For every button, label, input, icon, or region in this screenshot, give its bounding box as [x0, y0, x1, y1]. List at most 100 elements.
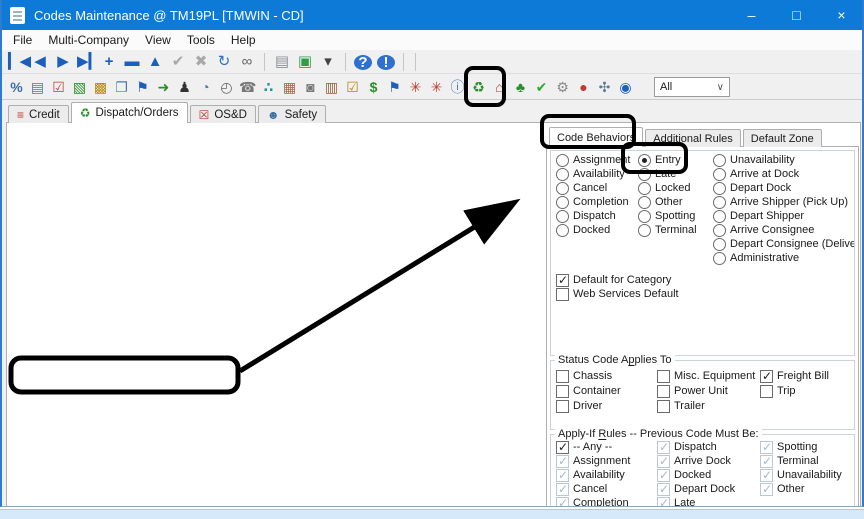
fax-icon[interactable]: ▥ [323, 78, 340, 96]
rates-percent-icon[interactable]: % [8, 78, 25, 96]
radio-cancel[interactable]: Cancel [556, 181, 638, 195]
filter-dropdown[interactable]: All ∨ [654, 77, 730, 97]
checkbox-arrive-dock[interactable]: Arrive Dock [657, 454, 757, 468]
radio-arrive-consignee[interactable]: Arrive Consignee [713, 223, 854, 237]
close-button[interactable]: × [819, 0, 864, 30]
last-record-icon[interactable]: ▶▎ [77, 53, 95, 71]
package-check-icon[interactable]: ☑ [344, 78, 361, 96]
compass-icon[interactable]: ◔ [197, 78, 214, 96]
report-icon[interactable]: ▤ [29, 78, 46, 96]
previous-record-icon[interactable]: ◀ [31, 53, 49, 71]
tab-code-behaviors[interactable]: Code Behaviors [549, 127, 643, 147]
menu-view[interactable]: View [137, 31, 179, 49]
first-record-icon[interactable]: ▎◀ [8, 53, 26, 71]
checkbox-driver[interactable]: Driver [556, 399, 651, 413]
tab-additional-rules[interactable]: Additional Rules [645, 129, 741, 147]
checklist-icon[interactable]: ☑ [50, 78, 67, 96]
flag-2-icon[interactable]: ⚑ [386, 78, 403, 96]
checkbox-freight-bill[interactable]: Freight Bill [760, 369, 852, 383]
radio-arrive-at-dock[interactable]: Arrive at Dock [713, 167, 854, 181]
menu-file[interactable]: File [5, 31, 40, 49]
radio-arrive-shipper-pick-up[interactable]: Arrive Shipper (Pick Up) [713, 195, 854, 209]
radio-administrative[interactable]: Administrative [713, 251, 854, 265]
tab-dispatch-orders[interactable]: ♻Dispatch/Orders [71, 102, 188, 123]
move-up-icon[interactable]: ▲ [146, 53, 164, 71]
checkbox-power-unit[interactable]: Power Unit [657, 384, 762, 398]
globe-icon[interactable]: ◉ [617, 78, 634, 96]
radio-assignment[interactable]: Assignment [556, 153, 638, 167]
checkbox-chassis[interactable]: Chassis [556, 369, 651, 383]
about-icon[interactable]: ! [377, 55, 395, 70]
menu-help[interactable]: Help [223, 31, 264, 49]
checkbox-completion[interactable]: Completion [556, 496, 651, 507]
add-record-icon[interactable]: + [100, 53, 118, 71]
radio-late[interactable]: Late [638, 167, 713, 181]
checkbox-default-for-category[interactable]: Default for Category [556, 273, 756, 287]
checkbox-assignment[interactable]: Assignment [556, 454, 651, 468]
checkbox-cancel[interactable]: Cancel [556, 482, 651, 496]
checkbox-dispatch[interactable]: Dispatch [657, 440, 757, 454]
checkbox-web-services-default[interactable]: Web Services Default [556, 287, 756, 301]
radio-depart-dock[interactable]: Depart Dock [713, 181, 854, 195]
screen-dropdown-icon[interactable]: ▾ [319, 53, 337, 71]
checkbox-late[interactable]: Late [657, 496, 757, 507]
camera-icon[interactable]: ◙ [302, 78, 319, 96]
driver-icon[interactable]: ♟ [176, 78, 193, 96]
radio-dispatch[interactable]: Dispatch [556, 209, 638, 223]
copy-icon[interactable]: ❐ [113, 78, 130, 96]
screen-icon[interactable]: ▣ [296, 53, 314, 71]
maximize-button[interactable]: □ [774, 0, 819, 30]
checkbox-misc-equipment[interactable]: Misc. Equipment [657, 369, 762, 383]
import-icon[interactable]: ➜ [155, 78, 172, 96]
fan-icon[interactable]: ✣ [596, 78, 613, 96]
hierarchy-icon[interactable]: ∴ [260, 78, 277, 96]
approve-icon[interactable]: ✔ [533, 78, 550, 96]
checkbox-other[interactable]: Other [760, 482, 852, 496]
refresh-icon[interactable]: ↻ [215, 53, 233, 71]
settings-icon[interactable]: ⚙ [554, 78, 571, 96]
help-icon[interactable]: ? [354, 55, 372, 70]
codes-maintenance-icon[interactable]: ♻ [470, 78, 487, 96]
network-2-icon[interactable]: ✳ [428, 78, 445, 96]
radio-completion[interactable]: Completion [556, 195, 638, 209]
chart-icon[interactable]: ▧ [71, 78, 88, 96]
radio-depart-shipper[interactable]: Depart Shipper [713, 209, 854, 223]
network-icon[interactable]: ✳ [407, 78, 424, 96]
radio-other[interactable]: Other [638, 195, 713, 209]
phone-icon[interactable]: ☎ [239, 78, 256, 96]
radio-availability[interactable]: Availability [556, 167, 638, 181]
tree-icon[interactable]: ♣ [512, 78, 529, 96]
next-record-icon[interactable]: ▶ [54, 53, 72, 71]
cancel-icon[interactable]: ✖ [192, 53, 210, 71]
tab-safety[interactable]: ☻Safety [258, 105, 326, 123]
checkbox-container[interactable]: Container [556, 384, 651, 398]
save-icon[interactable]: ✔ [169, 53, 187, 71]
package-icon[interactable]: ▩ [92, 78, 109, 96]
minimize-button[interactable]: – [729, 0, 774, 30]
delete-record-icon[interactable]: ▬ [123, 53, 141, 71]
flag-icon[interactable]: ⚑ [134, 78, 151, 96]
gauge-icon[interactable]: ◴ [218, 78, 235, 96]
invoice-icon[interactable]: $ [365, 78, 382, 96]
radio-docked[interactable]: Docked [556, 223, 638, 237]
checkbox-trailer[interactable]: Trailer [657, 399, 762, 413]
tab-default-zone[interactable]: Default Zone [743, 129, 822, 147]
radio-depart-consignee-deliver[interactable]: Depart Consignee (Deliver) [713, 237, 854, 251]
radio-spotting[interactable]: Spotting [638, 209, 713, 223]
checkbox-availability[interactable]: Availability [556, 468, 651, 482]
tab-os-d[interactable]: ☒OS&D [190, 105, 256, 123]
tab-credit[interactable]: ≡Credit [8, 105, 69, 123]
checkbox-unavailability[interactable]: Unavailability [760, 468, 852, 482]
radio-locked[interactable]: Locked [638, 181, 713, 195]
checkbox-depart-dock[interactable]: Depart Dock [657, 482, 757, 496]
checkbox-terminal[interactable]: Terminal [760, 454, 852, 468]
home-icon[interactable]: ⌂ [491, 78, 508, 96]
radio-entry[interactable]: Entry [638, 153, 713, 167]
checkbox-docked[interactable]: Docked [657, 468, 757, 482]
info-doc-icon[interactable]: ⓘ [449, 78, 466, 96]
checkbox-any[interactable]: -- Any -- [556, 440, 651, 454]
menu-multi-company[interactable]: Multi-Company [40, 31, 137, 49]
print-icon[interactable]: ▤ [273, 53, 291, 71]
checkbox-spotting[interactable]: Spotting [760, 440, 852, 454]
radio-unavailability[interactable]: Unavailability [713, 153, 854, 167]
